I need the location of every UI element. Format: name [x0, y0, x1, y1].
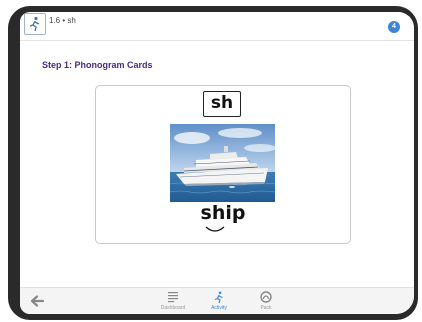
nav-activity[interactable]: Activity	[199, 290, 239, 311]
activity-icon	[214, 291, 223, 304]
top-bar: 1.6 • sh 4	[20, 12, 414, 41]
main-content: Step 1: Phonogram Cards sh ship	[20, 41, 414, 287]
lesson-icon[interactable]	[24, 13, 46, 35]
nav-pack-label: Pack	[260, 305, 272, 311]
cruise-ship-photo	[170, 124, 275, 202]
bottom-bar: Dashboard Activity Pack	[20, 287, 414, 314]
lesson-title: 1.6 • sh	[49, 16, 76, 25]
nav-dashboard[interactable]: Dashboard	[153, 290, 193, 311]
nav-activity-label: Activity	[211, 305, 227, 311]
dashboard-icon	[168, 292, 178, 303]
example-word: ship	[200, 202, 246, 224]
ship-illustration	[170, 124, 275, 202]
back-arrow-icon[interactable]	[30, 295, 44, 307]
runner-icon	[29, 16, 40, 32]
phonogram-underline-arc	[205, 226, 225, 232]
app-screen: 1.6 • sh 4 Step 1: Phonogram Cards sh sh…	[20, 12, 414, 314]
phonogram-label: sh	[203, 91, 241, 117]
nav-dashboard-label: Dashboard	[160, 305, 186, 311]
nav-pack[interactable]: Pack	[246, 290, 286, 311]
notification-badge[interactable]: 4	[388, 21, 400, 33]
pack-icon	[260, 291, 272, 303]
step-heading: Step 1: Phonogram Cards	[42, 60, 153, 70]
phonogram-card[interactable]: sh ship	[95, 85, 351, 244]
